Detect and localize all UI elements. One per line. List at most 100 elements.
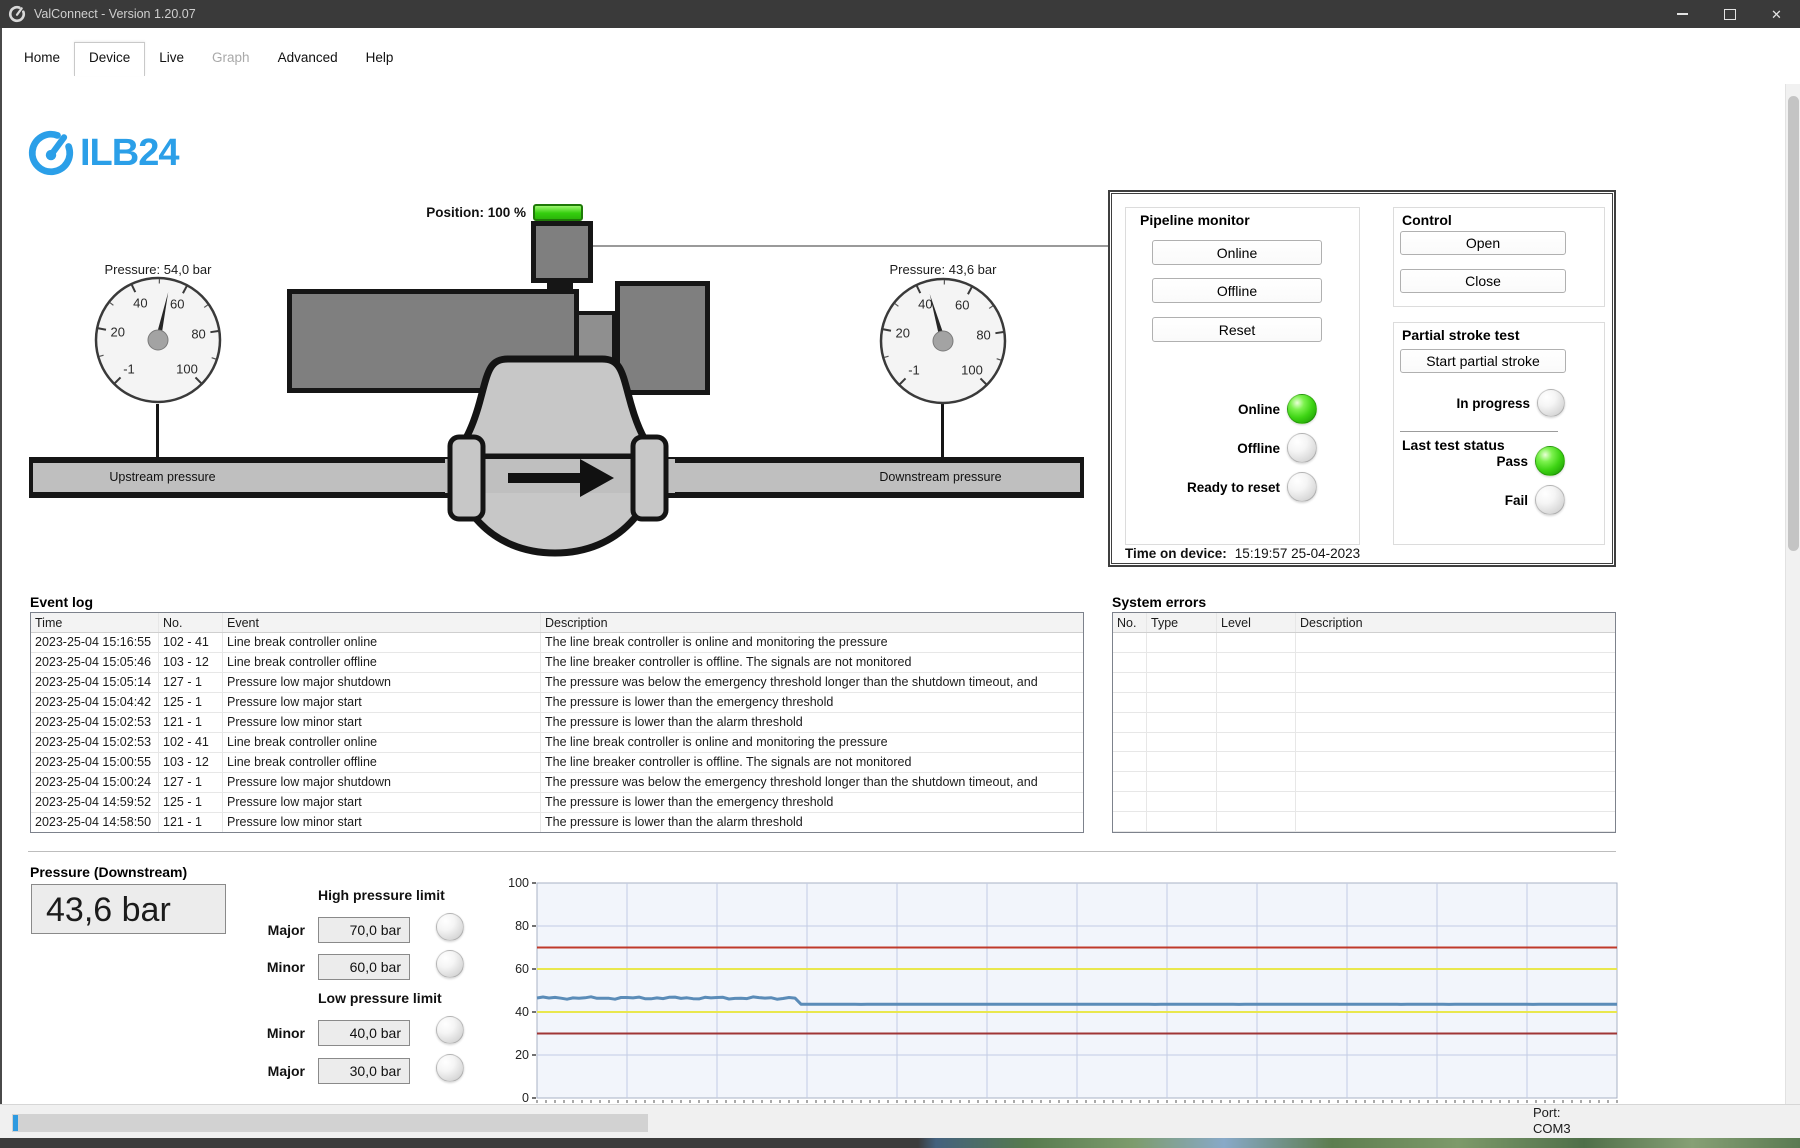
svg-text:20: 20 — [515, 1048, 529, 1062]
cell: 2023-25-04 14:59:52 — [31, 793, 159, 812]
cell: Pressure low minor start — [223, 813, 541, 832]
cell: The line breaker controller is offline. … — [545, 655, 912, 669]
table-row[interactable]: 2023-25-04 14:59:52 125 - 1 Pressure low m… — [31, 793, 1083, 813]
app-icon — [8, 5, 26, 23]
column-header-description[interactable]: Description — [541, 613, 1083, 632]
downstream-pressure-gauge: -1 20 40 60 80 100 — [879, 277, 1007, 405]
table-row[interactable]: 2023-25-04 14:58:50 121 - 1 Pressure low m… — [31, 813, 1083, 832]
table-row[interactable]: 2023-25-04 15:05:46 103 - 12 Line break co… — [31, 653, 1083, 673]
table-row[interactable]: 2023-25-04 15:02:53 102 - 41 Line break co… — [31, 733, 1083, 753]
horizontal-scrollbar-thumb[interactable] — [13, 1115, 18, 1131]
cell — [1296, 772, 1615, 791]
table-row[interactable]: 2023-25-04 15:00:24 127 - 1 Pressure low m… — [31, 773, 1083, 793]
logo-text: ILB24 — [80, 132, 179, 174]
tab-help[interactable]: Help — [352, 43, 408, 73]
valve-body — [445, 355, 675, 557]
cell — [1113, 633, 1147, 652]
table-row[interactable]: 2023-25-04 15:00:55 103 - 12 Line break co… — [31, 753, 1083, 773]
event-log-table: Time No. Event Description 2023-25-04 15:16:… — [30, 612, 1084, 833]
downstream-pipe-label: Downstream pressure — [879, 470, 1002, 484]
cell — [1217, 672, 1296, 692]
online-button[interactable]: Online — [1152, 240, 1322, 265]
table-row-empty[interactable] — [1113, 672, 1615, 693]
svg-text:20: 20 — [111, 325, 125, 340]
reset-button[interactable]: Reset — [1152, 317, 1322, 342]
low-major-led — [436, 1054, 464, 1082]
cell: 103 - 12 — [159, 653, 223, 672]
column-header-no[interactable]: No. — [159, 613, 223, 632]
cell: Pressure low major shutdown — [223, 773, 541, 792]
tab-advanced[interactable]: Advanced — [264, 43, 352, 73]
cell — [1217, 633, 1296, 652]
ready-to-reset-led-label: Ready to reset — [1186, 479, 1280, 495]
table-row[interactable]: 2023-25-04 15:05:14 127 - 1 Pressure low m… — [31, 673, 1083, 693]
tab-device[interactable]: Device — [74, 42, 146, 76]
column-header-level[interactable]: Level — [1217, 613, 1296, 632]
cell: 125 - 1 — [159, 793, 223, 812]
low-pressure-limit-title: Low pressure limit — [318, 990, 442, 1006]
close-button[interactable]: ✕ — [1753, 0, 1800, 28]
column-header-time[interactable]: Time — [31, 613, 159, 632]
table-row[interactable]: 2023-25-04 15:02:53 121 - 1 Pressure low m… — [31, 713, 1083, 733]
cell — [1147, 672, 1217, 692]
open-button[interactable]: Open — [1400, 231, 1566, 255]
table-row[interactable]: 2023-25-04 15:04:42 125 - 1 Pressure low m… — [31, 693, 1083, 713]
vertical-scrollbar[interactable] — [1785, 84, 1800, 1104]
table-row-empty[interactable] — [1113, 712, 1615, 733]
cell: Line break controller offline — [223, 653, 541, 672]
cell: The pressure is lower than the emergency… — [545, 795, 834, 809]
high-major-input[interactable]: 70,0 bar — [318, 917, 410, 943]
cell: 2023-25-04 14:58:50 — [31, 813, 159, 832]
valve-position-indicator — [533, 204, 583, 221]
table-row-empty[interactable] — [1113, 772, 1615, 793]
cell — [1296, 633, 1615, 652]
cell — [1217, 652, 1296, 672]
column-header-no[interactable]: No. — [1113, 613, 1147, 632]
horizontal-scrollbar[interactable] — [12, 1114, 648, 1132]
cell — [1147, 712, 1217, 732]
table-row-empty[interactable] — [1113, 633, 1615, 653]
low-major-input[interactable]: 30,0 bar — [318, 1058, 410, 1084]
cell — [1113, 732, 1147, 752]
cell: Pressure low major start — [223, 793, 541, 812]
cell: 2023-25-04 15:04:42 — [31, 693, 159, 712]
table-row-empty[interactable] — [1113, 732, 1615, 753]
svg-text:60: 60 — [955, 297, 969, 312]
column-header-type[interactable]: Type — [1147, 613, 1217, 632]
table-row-empty[interactable] — [1113, 792, 1615, 813]
svg-text:100: 100 — [508, 876, 529, 890]
maximize-button[interactable] — [1706, 0, 1753, 28]
vertical-scrollbar-thumb[interactable] — [1788, 96, 1799, 551]
table-row-empty[interactable] — [1113, 652, 1615, 673]
column-header-description[interactable]: Description — [1296, 613, 1615, 632]
svg-text:40: 40 — [515, 1005, 529, 1019]
table-row-empty[interactable] — [1113, 812, 1615, 832]
control-group-title: Control — [1402, 212, 1452, 228]
svg-text:80: 80 — [515, 919, 529, 933]
close-valve-button[interactable]: Close — [1400, 269, 1566, 293]
minimize-button[interactable] — [1659, 0, 1706, 28]
close-icon: ✕ — [1771, 6, 1782, 22]
menu-tab-bar: Home Device Live Graph Advanced Help — [10, 42, 408, 76]
column-header-event[interactable]: Event — [223, 613, 541, 632]
minimize-icon — [1677, 13, 1688, 15]
table-row[interactable]: 2023-25-04 15:16:55 102 - 41 Line break co… — [31, 633, 1083, 653]
divider — [1400, 431, 1558, 432]
cell: 102 - 41 — [159, 733, 223, 752]
svg-text:60: 60 — [170, 296, 184, 311]
start-partial-stroke-button[interactable]: Start partial stroke — [1400, 349, 1566, 373]
cell: The line break controller is online and … — [545, 635, 888, 649]
cell: The pressure is lower than the emergency… — [545, 695, 834, 709]
tab-live[interactable]: Live — [145, 43, 198, 73]
offline-button[interactable]: Offline — [1152, 278, 1322, 303]
svg-text:100: 100 — [961, 362, 983, 377]
cell — [1113, 712, 1147, 732]
tab-home[interactable]: Home — [10, 43, 74, 73]
high-minor-input[interactable]: 60,0 bar — [318, 954, 410, 980]
fail-led-label: Fail — [1504, 492, 1528, 508]
low-minor-input[interactable]: 40,0 bar — [318, 1020, 410, 1046]
cell — [1296, 733, 1615, 752]
ready-to-reset-led — [1287, 472, 1317, 502]
table-row-empty[interactable] — [1113, 752, 1615, 773]
table-row-empty[interactable] — [1113, 692, 1615, 713]
